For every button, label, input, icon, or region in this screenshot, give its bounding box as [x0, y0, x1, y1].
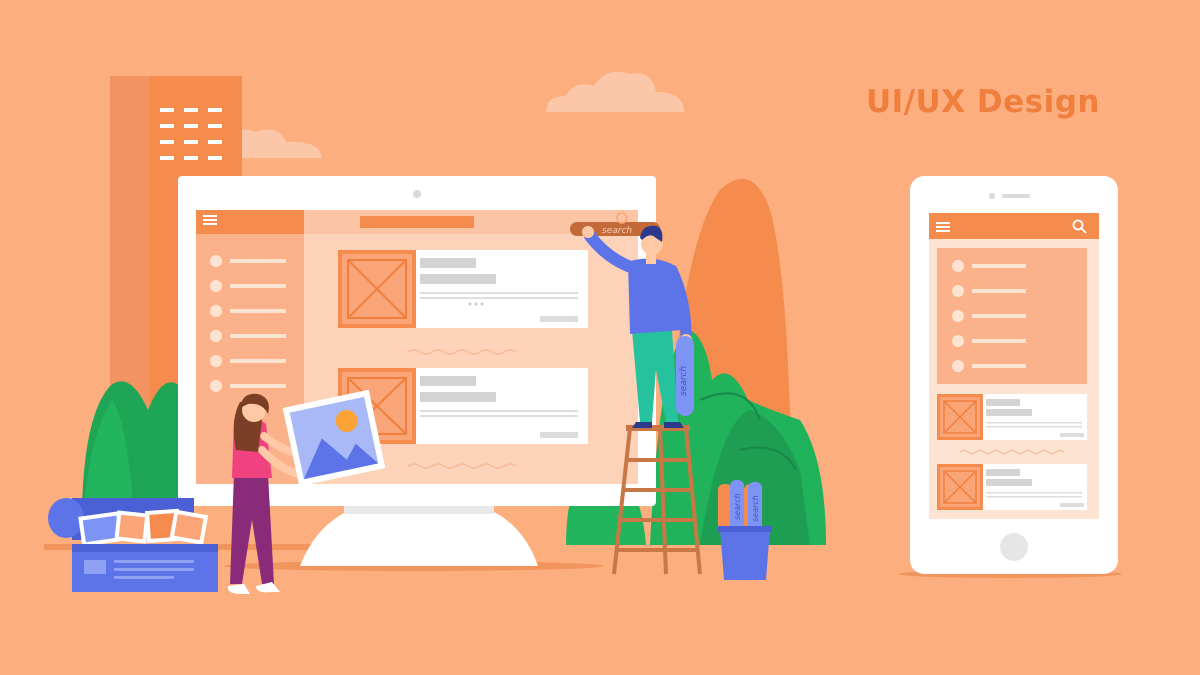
cloud-top — [546, 71, 684, 112]
home-button-icon[interactable] — [1000, 533, 1028, 561]
monitor-stand — [300, 506, 538, 566]
smartphone — [910, 176, 1118, 574]
camera-dot-icon — [413, 190, 421, 198]
photo-chest — [48, 498, 218, 592]
search-field-label: search — [602, 226, 632, 236]
hamburger-menu-icon[interactable] — [203, 215, 217, 225]
pencil-label-2: search — [751, 495, 760, 522]
page-title: UI/UX Design — [866, 84, 1100, 120]
content-card-1 — [338, 250, 588, 328]
pencil-label-1: search — [733, 493, 742, 520]
phone-hamburger-menu-icon[interactable] — [936, 222, 950, 232]
search-stick-label: search — [679, 366, 689, 396]
